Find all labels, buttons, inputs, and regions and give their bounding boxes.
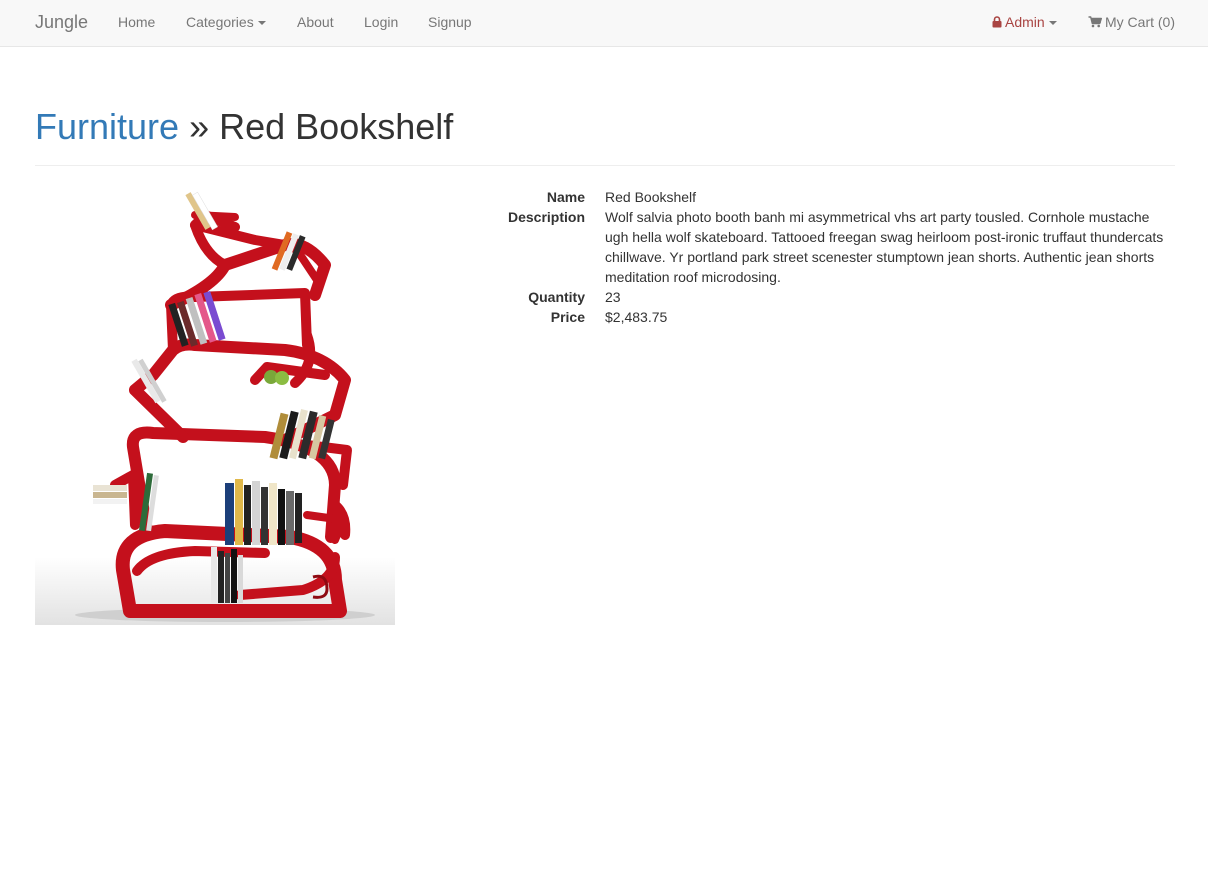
detail-row-price: Price $2,483.75 (495, 307, 1175, 327)
product-image (35, 185, 395, 625)
product-details: Name Red Bookshelf Description Wolf salv… (495, 187, 1175, 327)
nav-admin-label: Admin (1005, 14, 1045, 30)
nav-about[interactable]: About (297, 0, 334, 46)
product-title: Red Bookshelf (219, 106, 454, 147)
quantity-label: Quantity (528, 289, 585, 305)
price-label: Price (550, 309, 585, 325)
page-header: Furniture » Red Bookshelf (35, 100, 1175, 166)
page-title: Furniture » Red Bookshelf (35, 107, 1175, 147)
detail-row-description: Description Wolf salvia photo booth banh… (495, 207, 1175, 287)
nav-categories-label: Categories (186, 14, 254, 30)
chevron-down-icon (257, 21, 266, 26)
price-value: $2,483.75 (605, 309, 668, 325)
nav-login[interactable]: Login (364, 0, 398, 46)
nav-signup[interactable]: Signup (428, 0, 472, 46)
nav-categories-dropdown[interactable]: Categories (186, 0, 266, 46)
name-value: Red Bookshelf (605, 189, 697, 205)
description-value: Wolf salvia photo booth banh mi asymmetr… (605, 209, 1164, 285)
chevron-down-icon (1048, 21, 1057, 26)
cart-icon (1088, 16, 1102, 28)
description-label: Description (507, 209, 585, 225)
brand-link[interactable]: Jungle (35, 0, 88, 46)
detail-row-name: Name Red Bookshelf (495, 187, 1175, 207)
bookshelf-illustration (35, 191, 395, 625)
name-label: Name (546, 189, 585, 205)
lock-icon (992, 16, 1002, 28)
nav-cart-label: My Cart (0) (1105, 14, 1175, 30)
detail-row-quantity: Quantity 23 (495, 287, 1175, 307)
navbar: Jungle Home Categories About Login Signu… (0, 0, 1208, 47)
breadcrumb-separator: » (189, 106, 210, 147)
nav-admin-dropdown[interactable]: Admin (992, 0, 1057, 46)
nav-cart[interactable]: My Cart (0) (1088, 0, 1175, 46)
breadcrumb-category-link[interactable]: Furniture (35, 106, 179, 147)
quantity-value: 23 (605, 289, 621, 305)
nav-home[interactable]: Home (118, 0, 155, 46)
